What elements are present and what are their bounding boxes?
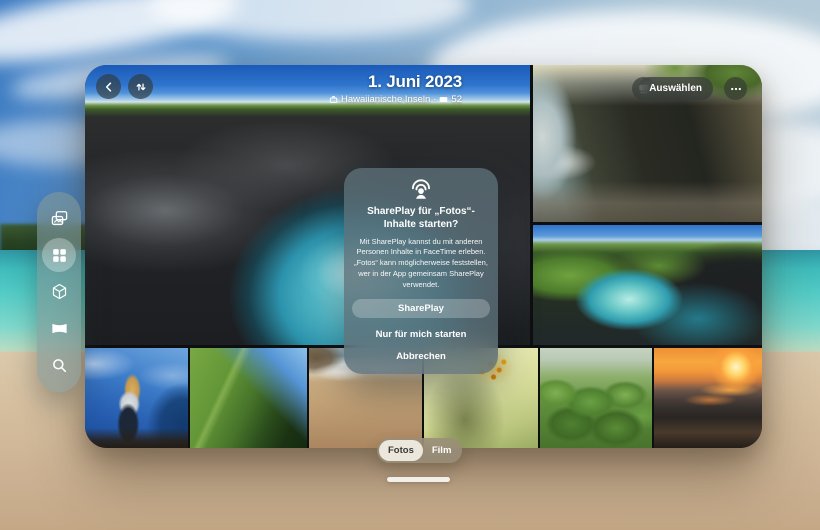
visionos-environment: 1. Juni 2023 Hawaiianische Inseln · 52 A… [0,0,820,530]
photos-library-icon [50,209,69,228]
more-button[interactable] [724,77,747,100]
photo-green-ridge[interactable] [190,348,307,448]
dialog-body: Mit SharePlay kannst du mit anderen Pers… [354,236,488,290]
photo-sunset[interactable] [654,348,762,448]
back-button[interactable] [96,74,121,99]
toggle-fotos[interactable]: Fotos [379,440,423,461]
start-for-me-button[interactable]: Nur für mich starten [376,329,467,340]
toggle-film[interactable]: Film [423,440,461,461]
view-toggle: Fotos Film [377,438,463,463]
sort-arrows-icon [134,80,148,94]
app-tab-bar [37,192,81,392]
select-button[interactable]: Auswählen [638,77,713,100]
tab-spatial[interactable] [42,275,76,309]
search-icon [50,356,69,375]
tab-panoramas[interactable] [42,312,76,346]
dialog-title: SharePlay für „Fotos“-Inhalte starten? [367,206,475,230]
albums-grid-icon [50,246,69,265]
ellipsis-icon [729,82,743,96]
photo-cactus[interactable] [540,348,652,448]
spatial-cube-icon [50,282,69,301]
shareplay-start-button[interactable]: SharePlay [352,298,490,318]
photo-rocky-coast[interactable] [533,225,762,345]
tab-photos-library[interactable] [42,201,76,235]
sort-button[interactable] [128,74,153,99]
chevron-left-icon [102,80,116,94]
photo-woman-shore[interactable] [85,348,188,448]
tab-albums[interactable] [42,238,76,273]
shareplay-dialog: SharePlay für „Fotos“-Inhalte starten? M… [344,168,498,374]
shareplay-icon [408,179,434,201]
tab-search[interactable] [42,349,76,383]
panorama-icon [50,319,69,338]
window-drag-bar[interactable] [387,477,450,482]
cancel-button[interactable]: Abbrechen [396,351,446,362]
